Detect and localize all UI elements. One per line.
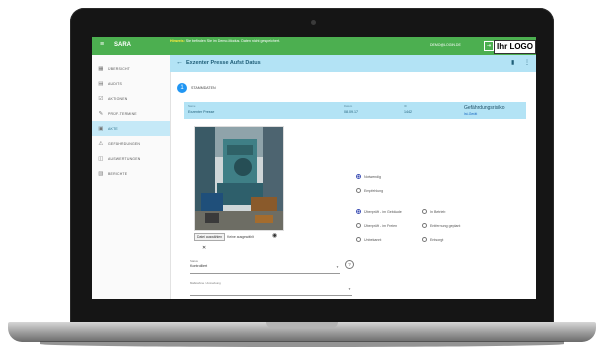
back-arrow-icon[interactable]: ← xyxy=(176,59,183,66)
stepper[interactable]: 1 STAMMDATEN xyxy=(177,83,216,93)
checklist-icon: ☑ xyxy=(98,95,104,102)
sidebar-item-label: PRÜF-TERMINE xyxy=(108,111,137,116)
no-file-text: Keine ausgewählt xyxy=(227,235,254,239)
sidebar-item-berichte[interactable]: ▧ BERICHTE xyxy=(92,166,170,181)
logout-icon[interactable]: ⇥ xyxy=(484,41,494,51)
radio-label: In Betrieb xyxy=(430,209,446,214)
chevron-down-icon: ▼ xyxy=(348,287,351,291)
radio-circle xyxy=(422,237,427,242)
more-icon[interactable]: ⋮ xyxy=(524,59,530,66)
main-content: ← Exzenter Presse Aufst Datus ▮ ⋮ 1 STAM… xyxy=(170,55,536,299)
date-label: Datum xyxy=(344,104,353,108)
radio-circle xyxy=(356,223,361,228)
sidebar-item-aktionen[interactable]: ☑ AKTIONEN xyxy=(92,91,170,106)
brand-logo: Ihr LOGO xyxy=(494,40,536,54)
save-icon[interactable]: ▮ xyxy=(511,59,514,66)
webcam xyxy=(311,20,316,25)
radio-freien[interactable]: Überprüft - im Freien xyxy=(356,223,397,228)
choose-file-button[interactable]: Datei auswählen xyxy=(194,233,226,241)
sidebar-item-audits[interactable]: ▤ AUDITS xyxy=(92,76,170,91)
menu-icon[interactable]: ≡ xyxy=(100,41,104,48)
chart-icon: ◫ xyxy=(98,155,104,162)
close-icon[interactable]: ✕ xyxy=(202,245,206,251)
radio-circle xyxy=(422,223,427,228)
id-label: ID xyxy=(404,104,407,108)
screen: ≡ SARA Hinweis: Sie befinden Sie im Demo… xyxy=(92,37,536,299)
radio-label: Überprüft - im Freien xyxy=(364,223,398,228)
radio-label: Entsorgt xyxy=(430,237,444,242)
sidebar-item-label: AUDITS xyxy=(108,81,123,86)
radio-circle xyxy=(356,237,361,242)
sidebar: ▦ ÜBERSICHT ▤ AUDITS ☑ AKTIONEN ✎ PRÜF-T… xyxy=(92,55,171,299)
step-label: STAMMDATEN xyxy=(191,86,216,90)
radio-label: Überprüft - im Gebäude xyxy=(364,209,402,214)
warning-icon: ⚠ xyxy=(98,140,104,147)
radio-circle xyxy=(422,209,427,214)
notice-strong: Hinweis: xyxy=(170,39,185,43)
section-title: Gefährdungsrisiko xyxy=(464,105,505,111)
radio-in-betrieb[interactable]: In Betrieb xyxy=(422,209,445,214)
folder-icon: ▣ xyxy=(98,125,104,132)
radio-entfernung[interactable]: Entfernung geplant xyxy=(422,223,460,228)
measure-field-label: Maßnahme / Anmerkung xyxy=(190,281,221,285)
sidebar-item-gefaehrdungen[interactable]: ⚠ GEFÄHRDUNGEN xyxy=(92,136,170,151)
radio-label: Unbekannt xyxy=(364,237,382,242)
status-field-value: Kontrolliert xyxy=(190,264,208,268)
radio-gebaeude[interactable]: Überprüft - im Gebäude xyxy=(356,209,402,214)
wrench-icon: ✎ xyxy=(98,110,104,117)
radio-circle xyxy=(356,174,361,179)
demo-notice: Hinweis: Sie befinden Sie im Demo-Modus.… xyxy=(170,39,320,44)
sidebar-item-label: AUSWERTUNGEN xyxy=(108,156,141,161)
id-value: 1442 xyxy=(404,110,412,114)
clipboard-icon: ▤ xyxy=(98,80,104,87)
grid-icon: ▦ xyxy=(98,65,104,72)
radio-label: Empfehlung xyxy=(364,188,384,193)
sidebar-item-label: BERICHTE xyxy=(108,171,128,176)
chevron-down-icon: ▼ xyxy=(336,265,339,269)
sidebar-item-label: AKTE xyxy=(108,126,118,131)
sidebar-item-label: ÜBERSICHT xyxy=(108,66,131,71)
radio-circle xyxy=(356,188,361,193)
sidebar-item-uebersicht[interactable]: ▦ ÜBERSICHT xyxy=(92,61,170,76)
top-bar: ≡ SARA Hinweis: Sie befinden Sie im Demo… xyxy=(92,37,536,55)
laptop-notch xyxy=(266,322,338,328)
notice-text: Sie befinden Sie im Demo-Modus. Daten ni… xyxy=(185,39,281,43)
measure-field[interactable]: Maßnahme / Anmerkung ▼ xyxy=(190,281,352,296)
radio-label: Entfernung geplant xyxy=(430,223,461,228)
sidebar-item-auswertungen[interactable]: ◫ AUSWERTUNGEN xyxy=(92,151,170,166)
radio-notwendig[interactable]: Notwendig xyxy=(356,174,381,179)
section-subtitle[interactable]: Ist-Gerät xyxy=(464,112,477,116)
document-icon: ▧ xyxy=(98,170,104,177)
info-bar: Name Exzenter Presse Datum 08.09.17 ID 1… xyxy=(184,102,526,119)
radio-label: Notwendig xyxy=(364,174,381,179)
machine-photo xyxy=(194,126,284,231)
step-number: 1 xyxy=(177,83,187,93)
camera-icon[interactable]: ◉ xyxy=(272,232,277,239)
laptop-shadow xyxy=(40,341,564,347)
sidebar-item-akte[interactable]: ▣ AKTE xyxy=(92,121,170,136)
sidebar-item-label: AKTIONEN xyxy=(108,96,128,101)
radio-empfehlung[interactable]: Empfehlung xyxy=(356,188,383,193)
sidebar-item-label: GEFÄHRDUNGEN xyxy=(108,141,141,146)
app-name: SARA xyxy=(114,42,132,48)
title-bar: ← Exzenter Presse Aufst Datus ▮ ⋮ xyxy=(170,55,536,72)
sidebar-item-pruef-termine[interactable]: ✎ PRÜF-TERMINE xyxy=(92,106,170,121)
radio-unbekannt[interactable]: Unbekannt xyxy=(356,237,381,242)
status-field-label: Status xyxy=(190,259,198,263)
status-field[interactable]: Status Kontrolliert ▼ xyxy=(190,259,340,274)
help-icon[interactable]: ? xyxy=(345,260,354,269)
radio-entsorgt[interactable]: Entsorgt xyxy=(422,237,443,242)
radio-circle xyxy=(356,209,361,214)
date-value: 08.09.17 xyxy=(344,110,358,114)
name-value: Exzenter Presse xyxy=(188,110,215,114)
machine-photo-image xyxy=(195,127,283,230)
user-email[interactable]: DEMO@LOGIN.DE xyxy=(430,43,461,47)
name-label: Name xyxy=(188,104,196,108)
file-upload-row: Datei auswählen Keine ausgewählt xyxy=(194,233,254,241)
page-title: Exzenter Presse Aufst Datus xyxy=(186,60,261,66)
